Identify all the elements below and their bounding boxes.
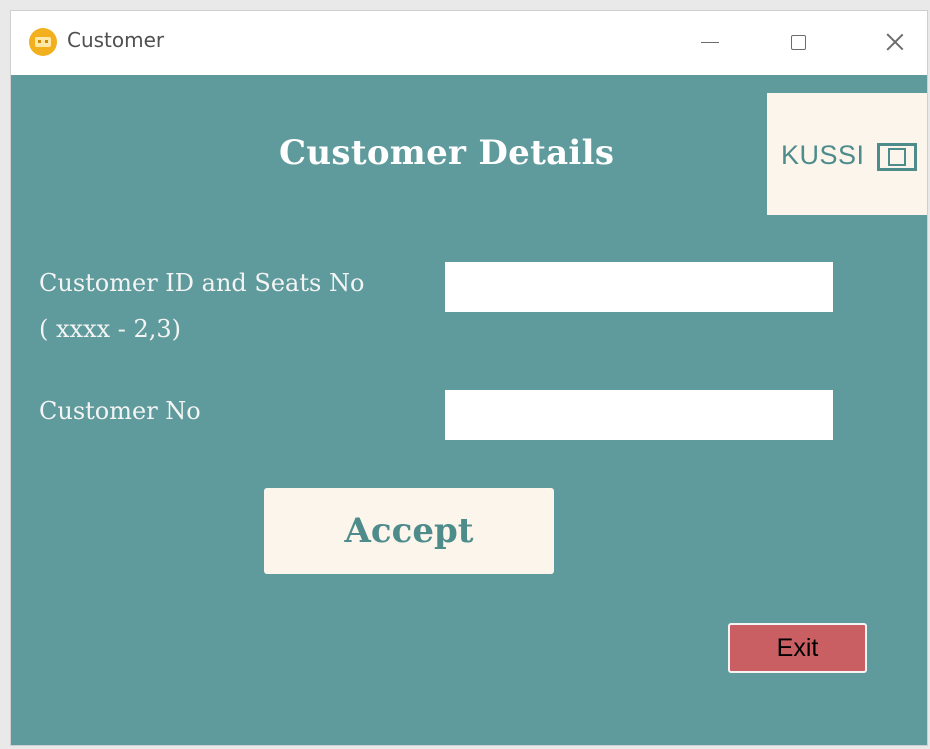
- customer-window: Customer Customer Details KUSSI Customer…: [10, 10, 928, 746]
- customer-id-format-hint: ( xxxx - 2,3): [39, 315, 182, 343]
- film-frame-icon: [877, 143, 917, 171]
- customer-no-label: Customer No: [39, 397, 201, 425]
- title-bar[interactable]: Customer: [11, 11, 927, 75]
- logo-panel: KUSSI: [767, 93, 927, 215]
- page-title: Customer Details: [279, 133, 615, 173]
- accept-button[interactable]: Accept: [264, 488, 554, 574]
- maximize-button[interactable]: [774, 17, 822, 67]
- customer-id-label: Customer ID and Seats No: [39, 269, 365, 297]
- window-title: Customer: [67, 28, 165, 52]
- minimize-button[interactable]: [686, 17, 734, 67]
- minimize-icon: [701, 41, 719, 43]
- close-button[interactable]: [871, 17, 919, 67]
- logo-text: KUSSI: [781, 140, 865, 170]
- maximize-icon: [790, 34, 806, 50]
- app-icon: [29, 28, 57, 56]
- customer-no-input[interactable]: [445, 390, 833, 440]
- close-icon: [885, 32, 905, 52]
- exit-button[interactable]: Exit: [728, 623, 867, 673]
- customer-id-seats-input[interactable]: [445, 262, 833, 312]
